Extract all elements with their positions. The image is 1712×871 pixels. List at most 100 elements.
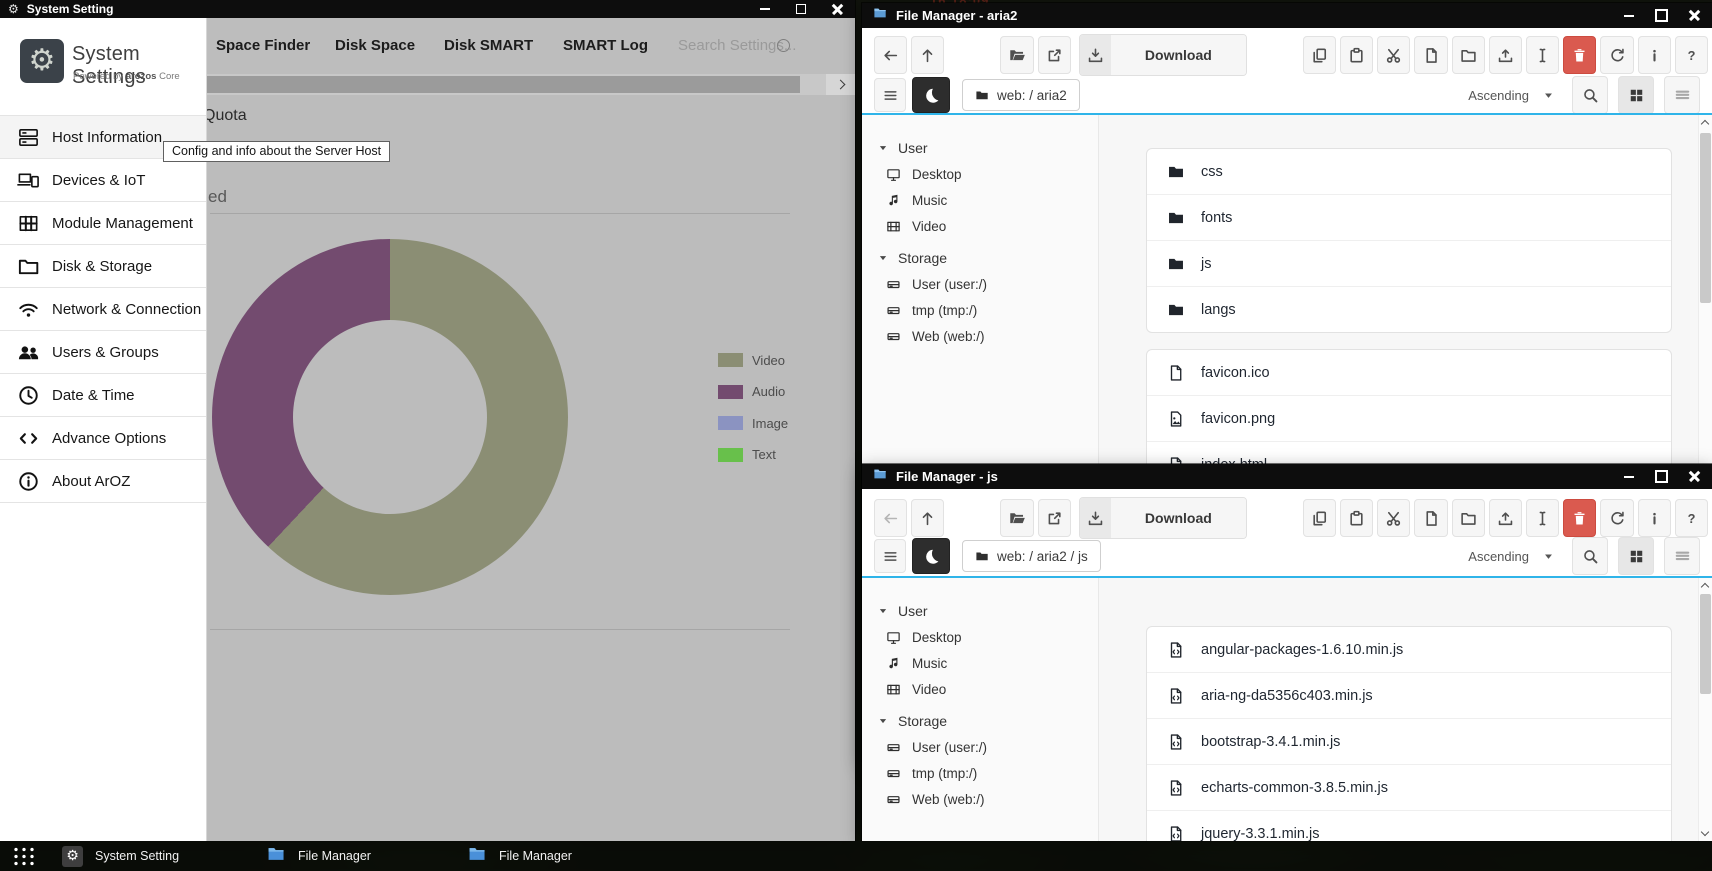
taskbar-item-file-manager-1[interactable]: File Manager <box>266 841 371 871</box>
maximize-button[interactable] <box>1655 470 1668 483</box>
search-button[interactable] <box>1572 76 1608 114</box>
sidebar-item-disk-storage[interactable]: Disk & Storage <box>0 244 206 287</box>
open-in-new-button[interactable] <box>1038 499 1071 537</box>
tree-item[interactable]: Web (web:/) <box>862 786 1098 812</box>
paste-button[interactable] <box>1340 36 1373 74</box>
legend-item-text[interactable]: Text <box>718 448 788 462</box>
new-file-button[interactable] <box>1414 36 1447 74</box>
tree-item[interactable]: Web (web:/) <box>862 323 1098 349</box>
info-button[interactable] <box>1638 499 1671 537</box>
new-file-button[interactable] <box>1414 499 1447 537</box>
up-button[interactable] <box>911 36 944 74</box>
sidebar-item-advance-options[interactable]: Advance Options <box>0 416 206 459</box>
tree-item[interactable]: Desktop <box>862 161 1098 187</box>
tree-item[interactable]: Video <box>862 676 1098 702</box>
close-button[interactable] <box>832 4 843 15</box>
open-in-new-button[interactable] <box>1038 36 1071 74</box>
tree-item[interactable]: Music <box>862 187 1098 213</box>
upload-button[interactable] <box>1489 36 1522 74</box>
tree-item[interactable]: Music <box>862 650 1098 676</box>
refresh-button[interactable] <box>1600 499 1633 537</box>
tab-space-finder[interactable]: Space Finder <box>216 37 310 54</box>
tree-item[interactable]: User (user:/) <box>862 271 1098 297</box>
new-folder-button[interactable] <box>1452 36 1485 74</box>
scrollbar-thumb[interactable] <box>1700 594 1711 694</box>
info-button[interactable] <box>1638 36 1671 74</box>
up-button[interactable] <box>911 499 944 537</box>
close-button[interactable] <box>1689 471 1700 482</box>
taskbar-item-system-setting[interactable]: ⚙ System Setting <box>62 841 179 871</box>
menu-button[interactable] <box>874 78 906 112</box>
sidebar-item-module-management[interactable]: Module Management <box>0 201 206 244</box>
file-row[interactable]: aria-ng-da5356c403.min.js <box>1147 673 1671 719</box>
file-row[interactable]: jquery-3.3.1.min.js <box>1147 811 1671 841</box>
scroll-up-icon[interactable] <box>1701 120 1709 128</box>
restore-button[interactable] <box>796 4 806 14</box>
minimize-button[interactable] <box>1624 476 1634 478</box>
file-row[interactable]: favicon.ico <box>1147 350 1671 396</box>
vertical-scrollbar[interactable] <box>1698 578 1712 841</box>
sidebar-item-about-aroz[interactable]: About ArOZ <box>0 459 206 503</box>
sidebar-item-users-groups[interactable]: Users & Groups <box>0 330 206 373</box>
scroll-up-icon[interactable] <box>1701 583 1709 591</box>
sidebar-item-network-connection[interactable]: Network & Connection <box>0 287 206 330</box>
file-manager-aria2-titlebar[interactable]: File Manager - aria2 <box>862 3 1712 28</box>
rename-button[interactable] <box>1526 499 1559 537</box>
file-row[interactable]: angular-packages-1.6.10.min.js <box>1147 627 1671 673</box>
list-view-button[interactable] <box>1664 76 1700 114</box>
file-manager-js-titlebar[interactable]: File Manager - js <box>862 464 1712 489</box>
grid-view-button[interactable] <box>1618 76 1654 114</box>
scroll-right-button[interactable] <box>826 74 855 95</box>
refresh-button[interactable] <box>1600 36 1633 74</box>
tab-disk-smart[interactable]: Disk SMART <box>444 37 533 54</box>
legend-item-audio[interactable]: Audio <box>718 385 788 399</box>
tree-section-user[interactable]: User <box>862 598 1098 624</box>
tree-section-user[interactable]: User <box>862 135 1098 161</box>
open-button[interactable] <box>1000 499 1033 537</box>
file-row[interactable]: echarts-common-3.8.5.min.js <box>1147 765 1671 811</box>
download-button[interactable]: Download <box>1079 497 1247 539</box>
list-view-button[interactable] <box>1664 537 1700 575</box>
horizontal-scrollbar[interactable] <box>207 74 855 95</box>
file-row[interactable]: favicon.png <box>1147 396 1671 442</box>
file-row[interactable]: js <box>1147 241 1671 287</box>
back-button[interactable] <box>874 499 907 537</box>
maximize-button[interactable] <box>1655 9 1668 22</box>
minimize-button[interactable] <box>760 8 770 10</box>
tree-item[interactable]: Video <box>862 213 1098 239</box>
help-button[interactable]: ? <box>1675 499 1708 537</box>
help-button[interactable]: ? <box>1675 36 1708 74</box>
scroll-down-icon[interactable] <box>1701 828 1709 836</box>
dark-mode-toggle[interactable] <box>912 77 950 113</box>
scrollbar-thumb[interactable] <box>1700 133 1711 303</box>
file-row[interactable]: fonts <box>1147 195 1671 241</box>
sidebar-item-date-time[interactable]: Date & Time <box>0 373 206 416</box>
copy-button[interactable] <box>1303 499 1336 537</box>
sort-order-select[interactable]: Ascending <box>1456 540 1566 572</box>
tree-section-storage[interactable]: Storage <box>862 245 1098 271</box>
legend-item-image[interactable]: Image <box>718 416 788 430</box>
file-row[interactable]: langs <box>1147 287 1671 332</box>
legend-item-video[interactable]: Video <box>718 353 788 367</box>
copy-button[interactable] <box>1303 36 1336 74</box>
grid-view-button[interactable] <box>1618 537 1654 575</box>
download-button[interactable]: Download <box>1079 34 1247 76</box>
dark-mode-toggle[interactable] <box>912 538 950 574</box>
breadcrumb[interactable]: web: / aria2 / js <box>962 540 1101 572</box>
system-setting-titlebar[interactable]: ⚙ System Setting <box>0 0 855 18</box>
close-button[interactable] <box>1689 10 1700 21</box>
file-row[interactable]: css <box>1147 149 1671 195</box>
tree-item[interactable]: tmp (tmp:/) <box>862 760 1098 786</box>
breadcrumb[interactable]: web: / aria2 <box>962 79 1080 111</box>
tree-item[interactable]: Desktop <box>862 624 1098 650</box>
open-button[interactable] <box>1000 36 1033 74</box>
taskbar-item-file-manager-2[interactable]: File Manager <box>467 841 572 871</box>
back-button[interactable] <box>874 36 907 74</box>
cut-button[interactable] <box>1377 36 1410 74</box>
delete-button[interactable] <box>1563 499 1596 537</box>
rename-button[interactable] <box>1526 36 1559 74</box>
search-button[interactable] <box>1572 537 1608 575</box>
tree-item[interactable]: User (user:/) <box>862 734 1098 760</box>
tab-disk-space[interactable]: Disk Space <box>335 37 415 54</box>
cut-button[interactable] <box>1377 499 1410 537</box>
